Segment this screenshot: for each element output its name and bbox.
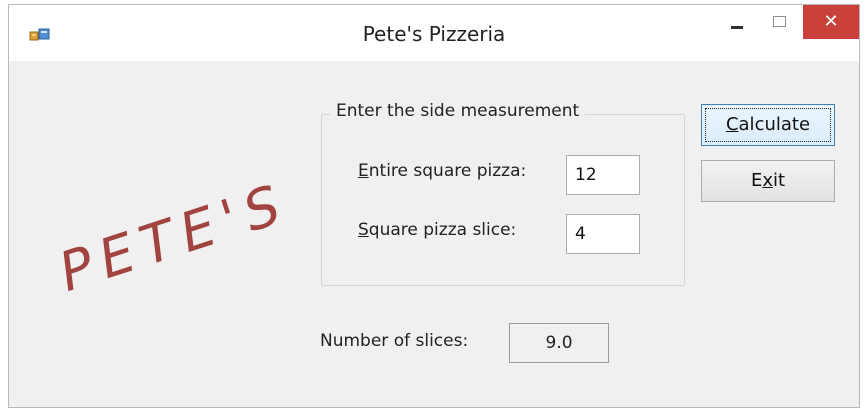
slice-label: Square pizza slice: bbox=[358, 220, 516, 240]
exit-accel: x bbox=[762, 170, 773, 191]
slices-result-value: 9.0 bbox=[509, 323, 609, 363]
minimize-button[interactable] bbox=[717, 5, 757, 39]
pete-logo: PETE'S bbox=[51, 170, 297, 304]
exit-label-rest: it bbox=[772, 170, 786, 191]
maximize-button[interactable] bbox=[761, 5, 799, 39]
minimize-icon bbox=[731, 26, 743, 29]
title-bar[interactable]: Pete's Pizzeria ✕ bbox=[9, 5, 859, 61]
form-client-area: PETE'S Enter the side measurement Entire… bbox=[9, 61, 859, 407]
exit-button[interactable]: Exit bbox=[701, 160, 835, 202]
calculate-accel: C bbox=[725, 114, 739, 135]
maximize-icon bbox=[773, 16, 786, 27]
measurement-groupbox: Enter the side measurement Entire square… bbox=[321, 101, 685, 286]
close-icon: ✕ bbox=[823, 11, 839, 32]
exit-label-pre: E bbox=[750, 170, 763, 191]
slices-result-label: Number of slices: bbox=[320, 331, 469, 351]
entire-pizza-input[interactable] bbox=[566, 155, 640, 195]
calculate-button[interactable]: Calculate bbox=[701, 104, 835, 146]
close-button[interactable]: ✕ bbox=[803, 5, 859, 39]
entire-pizza-label-accel: E bbox=[358, 161, 369, 181]
slice-input[interactable] bbox=[566, 214, 640, 254]
groupbox-label: Enter the side measurement bbox=[330, 101, 586, 121]
slice-label-text: quare pizza slice: bbox=[368, 220, 517, 240]
entire-pizza-label-text: ntire square pizza: bbox=[368, 161, 527, 181]
entire-pizza-label: Entire square pizza: bbox=[358, 161, 526, 181]
app-window: Pete's Pizzeria ✕ PETE'S Enter the side … bbox=[8, 4, 860, 408]
slice-label-accel: S bbox=[358, 220, 369, 240]
calculate-label: alculate bbox=[738, 114, 811, 135]
